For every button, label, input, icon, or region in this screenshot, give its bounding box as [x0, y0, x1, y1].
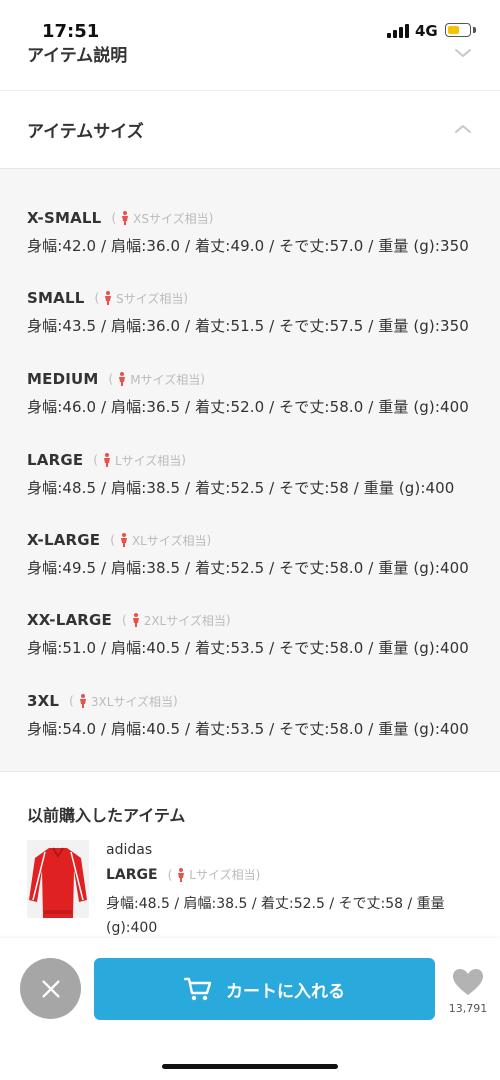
size-equivalent: (Mサイズ相当) — [108, 372, 205, 387]
size-name: LARGE — [27, 451, 84, 469]
size-name-row: LARGE (Lサイズ相当) — [27, 449, 487, 471]
person-icon — [105, 291, 112, 305]
size-item: LARGE (Lサイズ相当) 身幅:48.5 / 肩幅:38.5 / 着丈:52.5… — [27, 449, 487, 498]
favorite-button[interactable]: 13,791 — [446, 968, 490, 1015]
size-equivalent: (Sサイズ相当) — [94, 291, 189, 306]
size-equivalent-label: Mサイズ相当 — [130, 372, 201, 387]
size-name-row: XX-LARGE (2XLサイズ相当) — [27, 609, 487, 631]
size-equivalent: (3XLサイズ相当) — [69, 694, 178, 709]
size-name: X-LARGE — [27, 531, 101, 549]
size-measurements: 身幅:42.0 / 肩幅:36.0 / 着丈:49.0 / そで丈:57.0 /… — [27, 237, 469, 255]
status-bar: 17:51 4G — [0, 0, 500, 44]
size-equivalent-label: 2XLサイズ相当 — [143, 613, 226, 628]
favorite-count: 13,791 — [448, 1002, 488, 1015]
description-section-header[interactable]: アイテム説明 — [0, 40, 500, 66]
add-to-cart-button[interactable]: カートに入れる — [94, 958, 435, 1020]
product-thumbnail[interactable] — [27, 840, 89, 918]
size-measurements: 身幅:48.5 / 肩幅:38.5 / 着丈:52.5 / そで丈:58 / 重… — [27, 479, 455, 497]
size-equivalent-label: Sサイズ相当 — [116, 291, 184, 306]
size-equivalent-label: XSサイズ相当 — [133, 211, 209, 226]
cart-icon — [184, 977, 212, 1001]
status-time: 17:51 — [42, 21, 100, 42]
size-measurements: 身幅:54.0 / 肩幅:40.5 / 着丈:53.5 / そで丈:58.0 /… — [27, 720, 469, 738]
size-equivalent: (XLサイズ相当) — [110, 533, 212, 548]
description-title: アイテム説明 — [27, 45, 128, 66]
chevron-down-icon[interactable] — [454, 44, 472, 62]
size-name: X-SMALL — [27, 209, 102, 227]
close-button[interactable] — [20, 958, 81, 1019]
person-icon — [79, 694, 86, 708]
divider — [0, 90, 500, 91]
size-name: SMALL — [27, 289, 85, 307]
signal-icon — [387, 24, 411, 38]
person-icon — [178, 867, 185, 882]
size-measurements: 身幅:51.0 / 肩幅:40.5 / 着丈:53.5 / そで丈:58.0 /… — [27, 639, 469, 657]
size-equivalent-label: XLサイズ相当 — [131, 533, 207, 548]
size-name-row: X-LARGE (XLサイズ相当) — [27, 529, 487, 551]
size-measurements: 身幅:46.0 / 肩幅:36.5 / 着丈:52.0 / そで丈:58.0 /… — [27, 398, 469, 416]
divider — [0, 771, 500, 772]
person-icon — [119, 372, 126, 386]
close-icon — [41, 979, 60, 998]
previous-brand: adidas — [106, 842, 153, 858]
size-equivalent: (Lサイズ相当) — [93, 453, 186, 468]
size-equivalent: ( Lサイズ相当) — [167, 867, 261, 882]
size-item: SMALL (Sサイズ相当) 身幅:43.5 / 肩幅:36.0 / 着丈:51.5… — [27, 287, 487, 336]
bottom-action-bar: カートに入れる 13,791 — [0, 938, 500, 1080]
size-item: X-SMALL (XSサイズ相当) 身幅:42.0 / 肩幅:36.0 / 着丈:4… — [27, 207, 487, 256]
size-name: 3XL — [27, 692, 60, 710]
person-icon — [120, 533, 127, 547]
size-name: MEDIUM — [27, 370, 99, 388]
previous-measurements: 身幅:48.5 / 肩幅:38.5 / 着丈:52.5 / そで丈:58 / 重… — [106, 896, 445, 936]
size-name-row: X-SMALL (XSサイズ相当) — [27, 207, 487, 229]
size-item: X-LARGE (XLサイズ相当) 身幅:49.5 / 肩幅:38.5 / 着丈:5… — [27, 529, 487, 578]
chevron-up-icon[interactable] — [454, 120, 472, 138]
previous-size-row: LARGE ( Lサイズ相当) — [106, 866, 260, 883]
size-equivalent-label: Lサイズ相当 — [114, 453, 182, 468]
size-section-title: アイテムサイズ — [27, 121, 144, 142]
size-list-panel: X-SMALL (XSサイズ相当) 身幅:42.0 / 肩幅:36.0 / 着丈:4… — [0, 168, 500, 771]
battery-cap — [473, 27, 476, 33]
size-measurements: 身幅:43.5 / 肩幅:36.0 / 着丈:51.5 / そで丈:57.5 /… — [27, 317, 469, 335]
size-equivalent-label: 3XLサイズ相当 — [90, 694, 174, 709]
battery-icon — [445, 23, 471, 37]
size-name-row: SMALL (Sサイズ相当) — [27, 287, 487, 309]
add-to-cart-label: カートに入れる — [226, 981, 345, 1002]
person-icon — [122, 211, 129, 225]
heart-icon — [453, 969, 483, 995]
size-equivalent: (2XLサイズ相当) — [122, 613, 231, 628]
size-item: XX-LARGE (2XLサイズ相当) 身幅:51.0 / 肩幅:40.5 / 着丈… — [27, 609, 487, 658]
size-name-row: MEDIUM (Mサイズ相当) — [27, 368, 487, 390]
previous-purchase-title: 以前購入したアイテム — [27, 806, 186, 825]
home-indicator — [162, 1064, 338, 1069]
size-name-row: 3XL (3XLサイズ相当) — [27, 690, 487, 712]
network-label: 4G — [415, 22, 438, 40]
size-equivalent-label: Lサイズ相当 — [189, 868, 256, 882]
previous-size: LARGE — [106, 866, 158, 883]
person-icon — [103, 453, 110, 467]
size-equivalent: (XSサイズ相当) — [111, 211, 214, 226]
size-measurements: 身幅:49.5 / 肩幅:38.5 / 着丈:52.5 / そで丈:58.0 /… — [27, 559, 469, 577]
size-item: 3XL (3XLサイズ相当) 身幅:54.0 / 肩幅:40.5 / 着丈:53.5… — [27, 690, 487, 739]
size-item: MEDIUM (Mサイズ相当) 身幅:46.0 / 肩幅:36.5 / 着丈:52.… — [27, 368, 487, 417]
size-section-header[interactable]: アイテムサイズ — [0, 116, 500, 142]
person-icon — [132, 613, 139, 627]
size-name: XX-LARGE — [27, 611, 113, 629]
